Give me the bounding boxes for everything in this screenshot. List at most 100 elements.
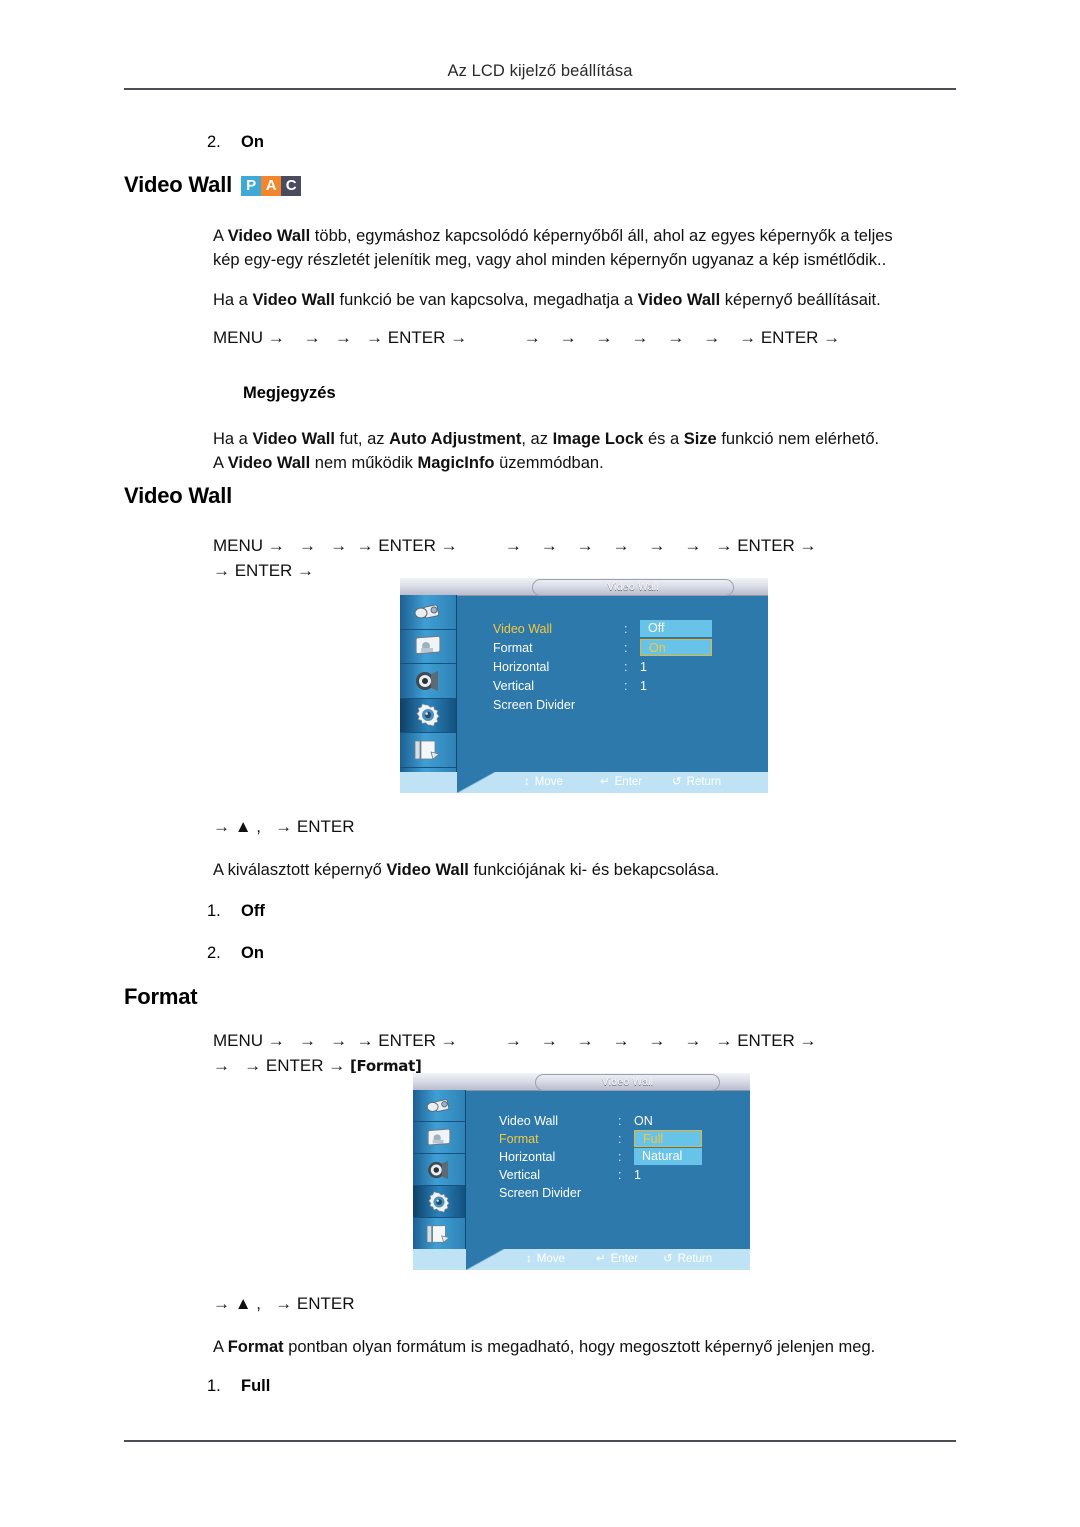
- text-run: Ha a: [213, 430, 253, 448]
- osd-body: Video Wall : ON Format : Horizontal : Ve…: [466, 1090, 750, 1270]
- document-page: Az LCD kijelző beállítása 2. On Video Wal…: [0, 0, 1080, 1527]
- list-item: 2. On: [207, 942, 264, 964]
- updown-arrow-icon: ↕: [526, 1253, 532, 1265]
- osd-row-colon: :: [618, 1114, 622, 1128]
- sound-speaker-icon: [414, 670, 442, 692]
- sound-speaker-icon: [426, 1160, 452, 1180]
- osd-sidebar-item-multi-control[interactable]: [413, 1218, 465, 1250]
- text-run: A: [213, 454, 228, 472]
- osd-option-natural[interactable]: Natural: [634, 1148, 702, 1165]
- section-heading-video-wall: Video Wall: [124, 483, 233, 508]
- osd-row[interactable]: Format :: [466, 1130, 750, 1149]
- osd-footer-enter: ↵ Enter: [600, 772, 642, 793]
- text-run-bold: Video Wall: [227, 227, 311, 245]
- osd-row[interactable]: Horizontal :: [466, 1148, 750, 1167]
- text-run: A: [213, 227, 228, 245]
- osd-row-value: 1: [640, 660, 647, 674]
- osd-row[interactable]: Vertical : 1: [466, 1166, 750, 1185]
- osd-footer-return: ↺ Return: [663, 1249, 712, 1270]
- text-run: fut, az: [334, 430, 390, 448]
- osd-option-on[interactable]: On: [640, 639, 712, 656]
- list-item-number: 1.: [207, 902, 221, 920]
- osd-row-colon: :: [624, 622, 628, 636]
- text-run: kép egy-egy részletét jelenítik meg, vag…: [213, 251, 887, 269]
- page-title-text: Video Wall: [124, 172, 233, 197]
- osd-row-colon: :: [624, 679, 628, 693]
- osd-sidebar-item-input-source[interactable]: [413, 1090, 465, 1122]
- text-run-bold: Format: [227, 1338, 284, 1356]
- osd-footer-notch: [457, 772, 495, 793]
- osd-row-value: 1: [640, 679, 647, 693]
- footer-rule: [124, 1440, 956, 1442]
- osd-row-label: Vertical: [493, 679, 534, 693]
- osd-row[interactable]: Format :: [457, 639, 768, 658]
- osd-sidebar-item-picture[interactable]: [413, 1122, 465, 1154]
- osd-sidebar-item-setup[interactable]: [413, 1186, 465, 1218]
- text-run-bold: Video Wall: [252, 291, 335, 309]
- text-run-bold: Video Wall: [637, 291, 721, 309]
- osd-footer-enter: ↵ Enter: [596, 1249, 638, 1270]
- osd-footer-label: Return: [686, 776, 722, 788]
- osd-title: Video Wall: [535, 1074, 720, 1091]
- osd-row-colon: :: [624, 641, 628, 655]
- menu-path-after-osd2: → ▲ , → ENTER: [213, 1294, 355, 1313]
- menu-path-format-line2: → → ENTER → [Format]: [213, 1053, 422, 1079]
- osd-row-label: Horizontal: [499, 1150, 556, 1164]
- text-run: képernyő beállításait.: [720, 291, 881, 309]
- osd-row-colon: :: [624, 660, 628, 674]
- osd-row[interactable]: Vertical : 1: [457, 677, 768, 696]
- section-heading-format: Format: [124, 984, 198, 1009]
- osd-row-label: Format: [499, 1132, 539, 1146]
- text-run-bold: Video Wall: [252, 430, 335, 448]
- osd-row[interactable]: Video Wall :: [457, 620, 768, 639]
- header-rule: [124, 88, 956, 90]
- osd-footer-label: Enter: [614, 776, 643, 788]
- list-item-label: On: [241, 133, 264, 151]
- osd-row-label: Vertical: [499, 1168, 540, 1182]
- osd-sidebar-item-sound[interactable]: [413, 1154, 465, 1186]
- osd-sidebar-item-input-source[interactable]: [400, 595, 456, 630]
- osd-row[interactable]: Horizontal : 1: [457, 658, 768, 677]
- osd-row[interactable]: Video Wall : ON: [466, 1112, 750, 1131]
- text-run: több, egymáshoz kapcsolódó képernyőből á…: [310, 227, 893, 245]
- osd-option-full[interactable]: Full: [634, 1130, 702, 1147]
- running-head: Az LCD kijelző beállítása: [447, 62, 633, 80]
- osd-sidebar-item-setup[interactable]: [400, 698, 456, 733]
- paragraph-intro-line1: A Video Wall több, egymáshoz kapcsolódó …: [213, 224, 893, 249]
- text-run: , az: [521, 430, 553, 448]
- note-title: Megjegyzés: [243, 384, 336, 402]
- text-run-bold: Video Wall: [386, 861, 469, 879]
- osd-row-label: Video Wall: [499, 1114, 559, 1128]
- list-item-label: Off: [241, 902, 265, 920]
- setup-gear-icon: [426, 1190, 452, 1213]
- text-run: és a: [643, 430, 684, 448]
- menu-path-intro: MENU → → → → ENTER → → → → → → → → ENTER…: [213, 328, 841, 347]
- osd-footer-label: Move: [536, 1253, 565, 1265]
- osd-row-colon: :: [618, 1132, 622, 1146]
- list-item-label: On: [241, 944, 264, 962]
- text-run-bold: Size: [683, 430, 717, 448]
- osd-footer-move: ↕ Move: [526, 1249, 565, 1270]
- text-run: funkció be van kapcsolva, megadhatja a: [334, 291, 638, 309]
- text-run: A kiválasztott képernyő: [213, 861, 387, 879]
- paragraph-intro-line2: kép egy-egy részletét jelenítik meg, vag…: [213, 248, 886, 273]
- osd-title: Video Wall: [532, 579, 734, 596]
- osd-footer-move: ↕ Move: [524, 772, 563, 793]
- osd-row-value: 1: [634, 1168, 641, 1182]
- osd-row-label: Format: [493, 641, 533, 655]
- osd-sidebar-item-picture[interactable]: [400, 630, 456, 664]
- page-title: Video Wall P A C: [124, 172, 302, 198]
- menu-path-video-wall-line2: → ENTER →: [213, 561, 315, 580]
- osd-sidebar-item-sound[interactable]: [400, 664, 456, 699]
- osd-footer-label: Return: [677, 1253, 713, 1265]
- osd-sidebar-item-multi-control[interactable]: [400, 733, 456, 768]
- osd-row[interactable]: Screen Divider: [466, 1184, 750, 1203]
- osd-option-off[interactable]: Off: [640, 620, 712, 637]
- enter-key-icon: ↵: [596, 1253, 606, 1265]
- osd-row[interactable]: Screen Divider: [457, 696, 768, 715]
- osd-row-label: Screen Divider: [499, 1186, 581, 1200]
- setup-gear-icon: [414, 703, 442, 727]
- osd-row-label: Video Wall: [493, 622, 553, 636]
- enter-key-icon: ↵: [600, 776, 610, 788]
- picture-display-icon: [425, 1128, 453, 1148]
